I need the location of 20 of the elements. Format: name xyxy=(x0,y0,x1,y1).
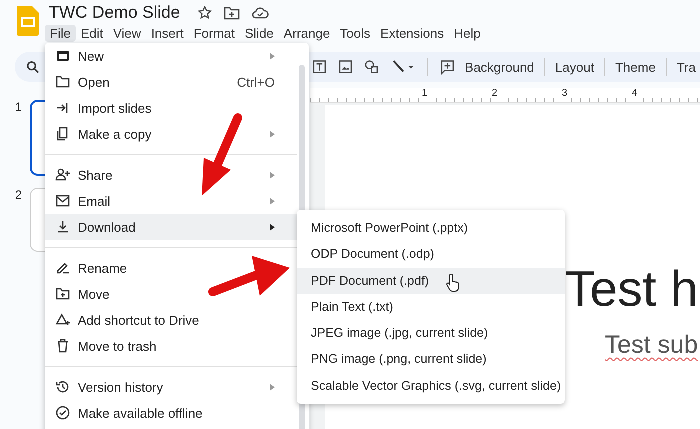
menu-item-label: Download xyxy=(78,220,137,234)
slide-number: 2 xyxy=(14,188,22,204)
slide-number: 1 xyxy=(14,100,22,116)
ruler-label: 2 xyxy=(492,88,500,102)
ruler-label: 1 xyxy=(422,88,430,102)
menu-item-label: New xyxy=(78,48,106,64)
menu-item-label: Make available offline xyxy=(78,406,204,420)
menu-item-label: Import slides xyxy=(78,100,153,116)
shortcut-text: Ctrl+O xyxy=(237,74,275,90)
menu-item-label: Open xyxy=(78,74,111,90)
menu-item-label: Version history xyxy=(78,380,164,394)
menu-item-label: Add shortcut to Drive xyxy=(78,312,200,328)
menu-item-label: Rename xyxy=(78,260,128,276)
ruler-label: 3 xyxy=(562,88,570,102)
menu-item-label: Move xyxy=(78,286,111,302)
menu-item-label: Email xyxy=(78,194,112,208)
ruler-label: 4 xyxy=(632,88,640,102)
menu-item-label: Move to trash xyxy=(78,338,158,354)
menu-item-label: Share xyxy=(78,168,114,182)
menu-item-label: Make a copy xyxy=(78,126,153,142)
